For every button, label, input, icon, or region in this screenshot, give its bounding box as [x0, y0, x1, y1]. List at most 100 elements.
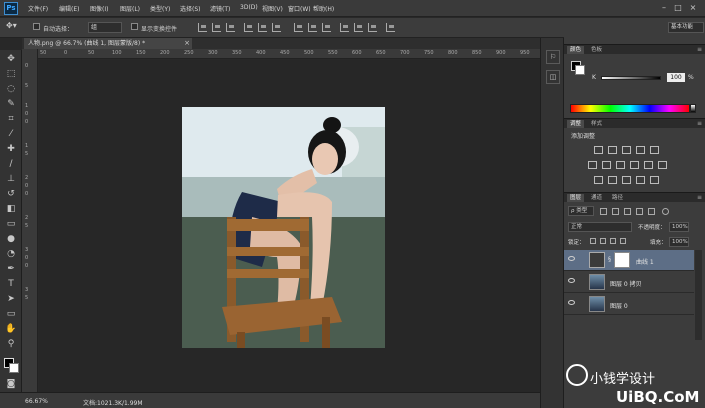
lock-transparent-icon[interactable]	[590, 238, 596, 244]
hand-tool-icon[interactable]: ✋	[3, 322, 19, 336]
link-chain-icon[interactable]: §	[608, 256, 611, 263]
lasso-tool-icon[interactable]: ◌	[3, 82, 19, 96]
color-spectrum[interactable]	[570, 104, 690, 113]
filter-toggle-icon[interactable]	[662, 208, 669, 215]
workspace-dropdown[interactable]: 基本功能	[668, 22, 704, 33]
tab-color[interactable]: 颜色	[567, 46, 585, 54]
crop-tool-icon[interactable]: ⌗	[3, 112, 19, 126]
menu-window[interactable]: 窗口(W)	[288, 4, 311, 13]
menu-filter[interactable]: 滤镜(T)	[210, 4, 230, 13]
distribute-hcenter-icon[interactable]	[354, 23, 363, 32]
lock-position-icon[interactable]	[610, 238, 616, 244]
fill-field[interactable]: 100%	[669, 237, 689, 247]
menu-file[interactable]: 文件(F)	[28, 4, 48, 13]
layer-name[interactable]: 曲线 1	[636, 257, 654, 266]
menu-view[interactable]: 视图(V)	[262, 4, 283, 13]
filter-adjustment-icon[interactable]	[612, 208, 619, 215]
threshold-icon[interactable]	[622, 176, 631, 184]
menu-type[interactable]: 类型(Y)	[150, 4, 170, 13]
black-white-icon[interactable]	[616, 161, 625, 169]
align-top-icon[interactable]	[198, 23, 207, 32]
panel-menu-icon[interactable]: ≡	[697, 194, 702, 201]
photo-filter-icon[interactable]	[630, 161, 639, 169]
visibility-eye-icon[interactable]	[568, 278, 575, 283]
dodge-tool-icon[interactable]: ◔	[3, 247, 19, 261]
tab-adjustments[interactable]: 调整	[567, 120, 585, 128]
align-right-icon[interactable]	[272, 23, 281, 32]
filter-pixel-icon[interactable]	[600, 208, 607, 215]
curves-icon[interactable]	[622, 146, 631, 154]
layer-name[interactable]: 图层 0 拷贝	[610, 279, 642, 288]
stamp-tool-icon[interactable]: ⊥	[3, 172, 19, 186]
move-tool-icon[interactable]: ✥	[3, 52, 19, 66]
distribute-top-icon[interactable]	[294, 23, 303, 32]
posterize-icon[interactable]	[608, 176, 617, 184]
properties-panel-icon[interactable]: ◫	[546, 70, 560, 84]
history-brush-tool-icon[interactable]: ↺	[3, 187, 19, 201]
distribute-bottom-icon[interactable]	[322, 23, 331, 32]
zoom-level[interactable]: 66.67%	[25, 398, 48, 405]
distribute-left-icon[interactable]	[340, 23, 349, 32]
panel-menu-icon[interactable]: ≡	[697, 46, 702, 53]
menu-image[interactable]: 图像(I)	[90, 4, 108, 13]
filter-type-icon[interactable]	[624, 208, 631, 215]
visibility-eye-icon[interactable]	[568, 300, 575, 305]
gradient-map-icon[interactable]	[636, 176, 645, 184]
maximize-button[interactable]: □	[673, 3, 683, 13]
align-left-icon[interactable]	[244, 23, 253, 32]
blur-tool-icon[interactable]: ●	[3, 232, 19, 246]
tab-swatches[interactable]: 色板	[588, 46, 605, 54]
auto-select-dropdown[interactable]: 组	[88, 22, 122, 33]
document-info[interactable]: 文档:1021.3K/1.99M	[83, 398, 143, 407]
align-bottom-icon[interactable]	[226, 23, 235, 32]
quick-mask-icon[interactable]: ◙	[3, 377, 19, 391]
filter-shape-icon[interactable]	[636, 208, 643, 215]
document-image[interactable]	[182, 107, 385, 348]
layer-row-base[interactable]: 图层 0	[564, 294, 694, 315]
distribute-vcenter-icon[interactable]	[308, 23, 317, 32]
marquee-tool-icon[interactable]: ⬚	[3, 67, 19, 81]
align-vcenter-icon[interactable]	[212, 23, 221, 32]
eraser-tool-icon[interactable]: ◧	[3, 202, 19, 216]
align-hcenter-icon[interactable]	[258, 23, 267, 32]
path-select-tool-icon[interactable]: ➤	[3, 292, 19, 306]
hue-saturation-icon[interactable]	[588, 161, 597, 169]
layers-scrollbar[interactable]	[695, 250, 702, 340]
eyedropper-tool-icon[interactable]: ⁄	[3, 127, 19, 141]
lock-all-icon[interactable]	[620, 238, 626, 244]
pen-tool-icon[interactable]: ✒	[3, 262, 19, 276]
blend-mode-dropdown[interactable]: 正常	[568, 222, 632, 232]
color-background-swatch[interactable]	[575, 65, 585, 75]
vibrance-icon[interactable]	[650, 146, 659, 154]
k-slider[interactable]	[601, 76, 661, 80]
menu-select[interactable]: 选择(S)	[180, 4, 201, 13]
brush-tool-icon[interactable]: ∕	[3, 157, 19, 171]
selective-color-icon[interactable]	[650, 176, 659, 184]
minimize-button[interactable]: –	[659, 3, 669, 13]
zoom-tool-icon[interactable]: ⚲	[3, 337, 19, 351]
lock-image-icon[interactable]	[600, 238, 606, 244]
menu-layer[interactable]: 图层(L)	[120, 4, 140, 13]
panel-menu-icon[interactable]: ≡	[697, 120, 702, 127]
show-transform-checkbox[interactable]	[131, 23, 138, 30]
tab-layers[interactable]: 图层	[567, 194, 585, 202]
move-tool-icon[interactable]: ✥▾	[6, 21, 17, 30]
brightness-contrast-icon[interactable]	[594, 146, 603, 154]
history-panel-icon[interactable]: ⚐	[546, 50, 560, 64]
k-value-field[interactable]: 100	[667, 73, 685, 82]
layer-kind-filter[interactable]: ρ 类型	[568, 206, 594, 216]
filter-smart-object-icon[interactable]	[648, 208, 655, 215]
document-tab[interactable]: 人物.png @ 66.7% (曲线 1, 图层蒙版/8) *	[24, 38, 182, 49]
color-balance-icon[interactable]	[602, 161, 611, 169]
invert-icon[interactable]	[594, 176, 603, 184]
menu-3d[interactable]: 3D(D)	[240, 4, 258, 11]
layer-name[interactable]: 图层 0	[610, 301, 628, 310]
opacity-field[interactable]: 100%	[669, 222, 689, 232]
distribute-right-icon[interactable]	[368, 23, 377, 32]
grayscale-ramp[interactable]	[690, 104, 696, 113]
shape-tool-icon[interactable]: ▭	[3, 307, 19, 321]
quick-select-tool-icon[interactable]: ✎	[3, 97, 19, 111]
tab-channels[interactable]: 通道	[588, 194, 605, 202]
gradient-tool-icon[interactable]: ▭	[3, 217, 19, 231]
visibility-eye-icon[interactable]	[568, 256, 575, 261]
